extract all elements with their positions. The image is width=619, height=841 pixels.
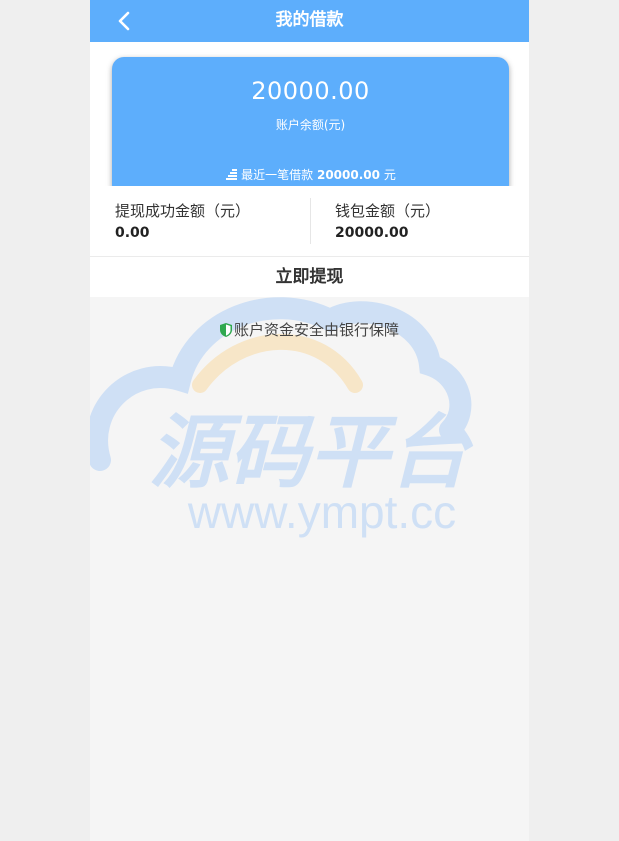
top-nav-bar: 我的借款 <box>90 0 529 42</box>
recent-loan-prefix: 最近一笔借款 <box>241 168 314 182</box>
watermark-url: www.ympt.cc <box>187 486 456 538</box>
withdraw-now-button[interactable]: 立即提现 <box>90 257 529 297</box>
coins-icon <box>225 169 238 184</box>
safety-note: 账户资金安全由银行保障 <box>90 319 529 341</box>
page-title: 我的借款 <box>275 10 344 30</box>
withdrawn-amount-value: 0.00 <box>115 225 150 241</box>
safety-text: 账户资金安全由银行保障 <box>233 321 399 339</box>
stats-divider <box>310 198 311 244</box>
amount-stats: 提现成功金额（元） 0.00 钱包金额（元） 20000.00 <box>90 186 529 257</box>
wallet-amount-label: 钱包金额（元） <box>335 202 441 220</box>
balance-card-section: 20000.00 账户余额(元) 最近一笔借款 20000.00 元 <box>90 42 529 197</box>
withdrawn-amount-label: 提现成功金额（元） <box>115 202 251 220</box>
shield-icon <box>219 323 232 341</box>
recent-loan-amount: 20000.00 <box>316 168 380 182</box>
app-screen: 源码平台 www.ympt.cc 我的借款 20000.00 账户余额(元) 最… <box>90 0 529 841</box>
account-balance-label: 账户余额(元) <box>275 118 346 132</box>
recent-loan-unit: 元 <box>383 168 396 182</box>
balance-card: 20000.00 账户余额(元) 最近一笔借款 20000.00 元 <box>112 57 509 197</box>
wallet-amount-value: 20000.00 <box>335 225 409 241</box>
watermark-brand: 源码平台 <box>149 408 474 497</box>
account-balance: 20000.00 <box>251 77 370 105</box>
recent-loan: 最近一笔借款 20000.00 元 <box>112 166 509 184</box>
